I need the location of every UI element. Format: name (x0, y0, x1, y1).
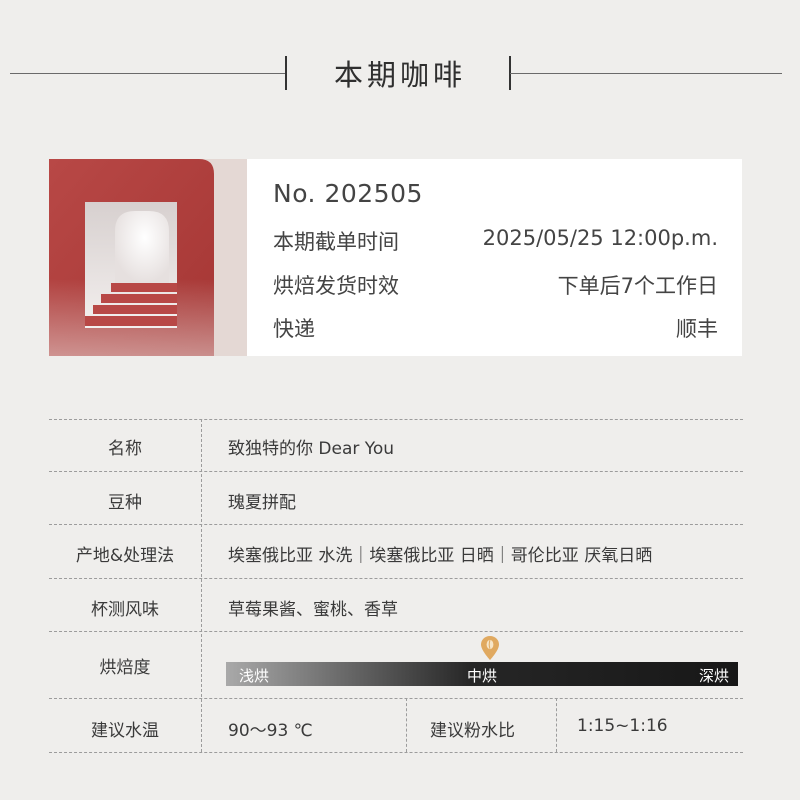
roast-dark-label: 深烘 (698, 667, 729, 685)
coffee-detail-table: 名称 致独特的你 Dear You 豆种 瑰夏拼配 产地&处理法 埃塞俄比亚 水… (49, 419, 743, 753)
page-title: 本期咖啡 (333, 58, 466, 92)
courier-value: 顺丰 (676, 317, 718, 341)
header-bar-left (285, 56, 287, 90)
flavor-label: 杯测风味 (91, 600, 159, 620)
ratio-value: 1:15~1:16 (577, 716, 668, 736)
row-divider (49, 524, 743, 525)
row-divider (49, 631, 743, 632)
flavor-value: 草莓果酱、蜜桃、香草 (228, 600, 398, 620)
bean-label: 豆种 (108, 493, 142, 513)
bean-value: 瑰夏拼配 (228, 493, 296, 513)
row-divider (49, 471, 743, 472)
water-temp-label: 建议水温 (91, 721, 159, 741)
cutoff-time-value: 2025/05/25 12:00p.m. (482, 226, 718, 250)
cutoff-time-label: 本期截单时间 (273, 230, 399, 254)
courier-label: 快递 (273, 317, 315, 341)
origin-value: 埃塞俄比亚 水洗｜埃塞俄比亚 日晒｜哥伦比亚 厌氧日晒 (228, 546, 653, 566)
roast-label: 烘焙度 (99, 658, 151, 678)
ratio-label: 建议粉水比 (430, 721, 515, 741)
shipping-time-label: 烘焙发货时效 (273, 274, 399, 298)
row-divider (49, 698, 743, 699)
row-divider (49, 578, 743, 579)
issue-number: No. 202505 (273, 179, 423, 208)
doorway-illustration (49, 159, 247, 356)
column-divider (406, 698, 407, 752)
column-divider (201, 419, 202, 752)
header-rule-right (510, 73, 782, 74)
roast-medium-label: 中烘 (467, 667, 498, 685)
water-temp-value: 90～93 ℃ (228, 721, 313, 741)
issue-info-card: No. 202505 本期截单时间 2025/05/25 12:00p.m. 烘… (49, 159, 742, 356)
name-label: 名称 (108, 439, 142, 459)
row-divider (49, 752, 743, 753)
roast-level-pin-icon (481, 636, 499, 660)
shipping-time-value: 下单后7个工作日 (557, 274, 718, 298)
origin-label: 产地&处理法 (75, 546, 175, 566)
column-divider (556, 698, 557, 752)
row-divider (49, 419, 743, 420)
roast-light-label: 浅烘 (239, 667, 270, 685)
header-rule-left (10, 73, 286, 74)
name-value: 致独特的你 Dear You (228, 439, 395, 459)
roast-level-bar: 浅烘 中烘 深烘 (226, 662, 738, 686)
